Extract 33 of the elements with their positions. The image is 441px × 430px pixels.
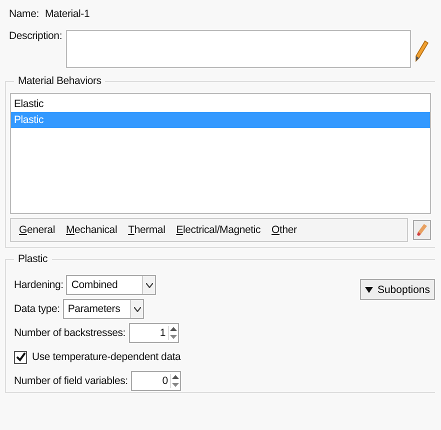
description-field[interactable] bbox=[66, 30, 412, 68]
menu-item[interactable]: Thermal bbox=[128, 224, 166, 236]
menu-item[interactable]: Mechanical bbox=[66, 224, 118, 236]
name-value: Material-1 bbox=[44, 8, 90, 20]
checkbox[interactable] bbox=[14, 350, 27, 364]
pencil-icon[interactable] bbox=[415, 40, 430, 62]
spin-up-icon[interactable] bbox=[172, 374, 179, 380]
field-label: Number of backstresses: bbox=[14, 327, 126, 339]
spin-field[interactable]: 0 bbox=[130, 371, 181, 391]
menu-item[interactable]: General bbox=[19, 224, 55, 236]
spin-down-icon[interactable] bbox=[172, 382, 179, 388]
eraser-button[interactable] bbox=[413, 220, 431, 240]
group-title: Material Behaviors bbox=[17, 75, 102, 87]
chevron-down-icon bbox=[134, 306, 141, 312]
eraser-icon bbox=[416, 223, 428, 237]
menu-item[interactable]: Other bbox=[272, 224, 297, 236]
behavior-item[interactable]: Elastic bbox=[11, 96, 430, 112]
dropdown[interactable]: Combined bbox=[66, 275, 156, 295]
spin-down-icon[interactable] bbox=[170, 334, 177, 340]
triangle-down-icon bbox=[365, 286, 374, 292]
field-label: Hardening: bbox=[14, 279, 64, 291]
field-label: Number of field variables: bbox=[14, 375, 128, 387]
chevron-down-icon bbox=[146, 282, 153, 288]
field-label: Data type: bbox=[14, 303, 60, 315]
menu-item[interactable]: Electrical/Magnetic bbox=[176, 224, 261, 236]
description-label: Description: bbox=[9, 30, 62, 42]
name-label: Name: bbox=[9, 8, 39, 20]
suboptions-button[interactable]: Suboptions bbox=[360, 279, 435, 300]
group-title: Plastic bbox=[17, 253, 49, 265]
dropdown[interactable]: Parameters bbox=[62, 299, 144, 319]
spin-up-icon[interactable] bbox=[170, 326, 177, 332]
spin-field[interactable]: 1 bbox=[128, 323, 179, 343]
checkbox-label[interactable]: Use temperature-dependent data bbox=[32, 351, 181, 363]
